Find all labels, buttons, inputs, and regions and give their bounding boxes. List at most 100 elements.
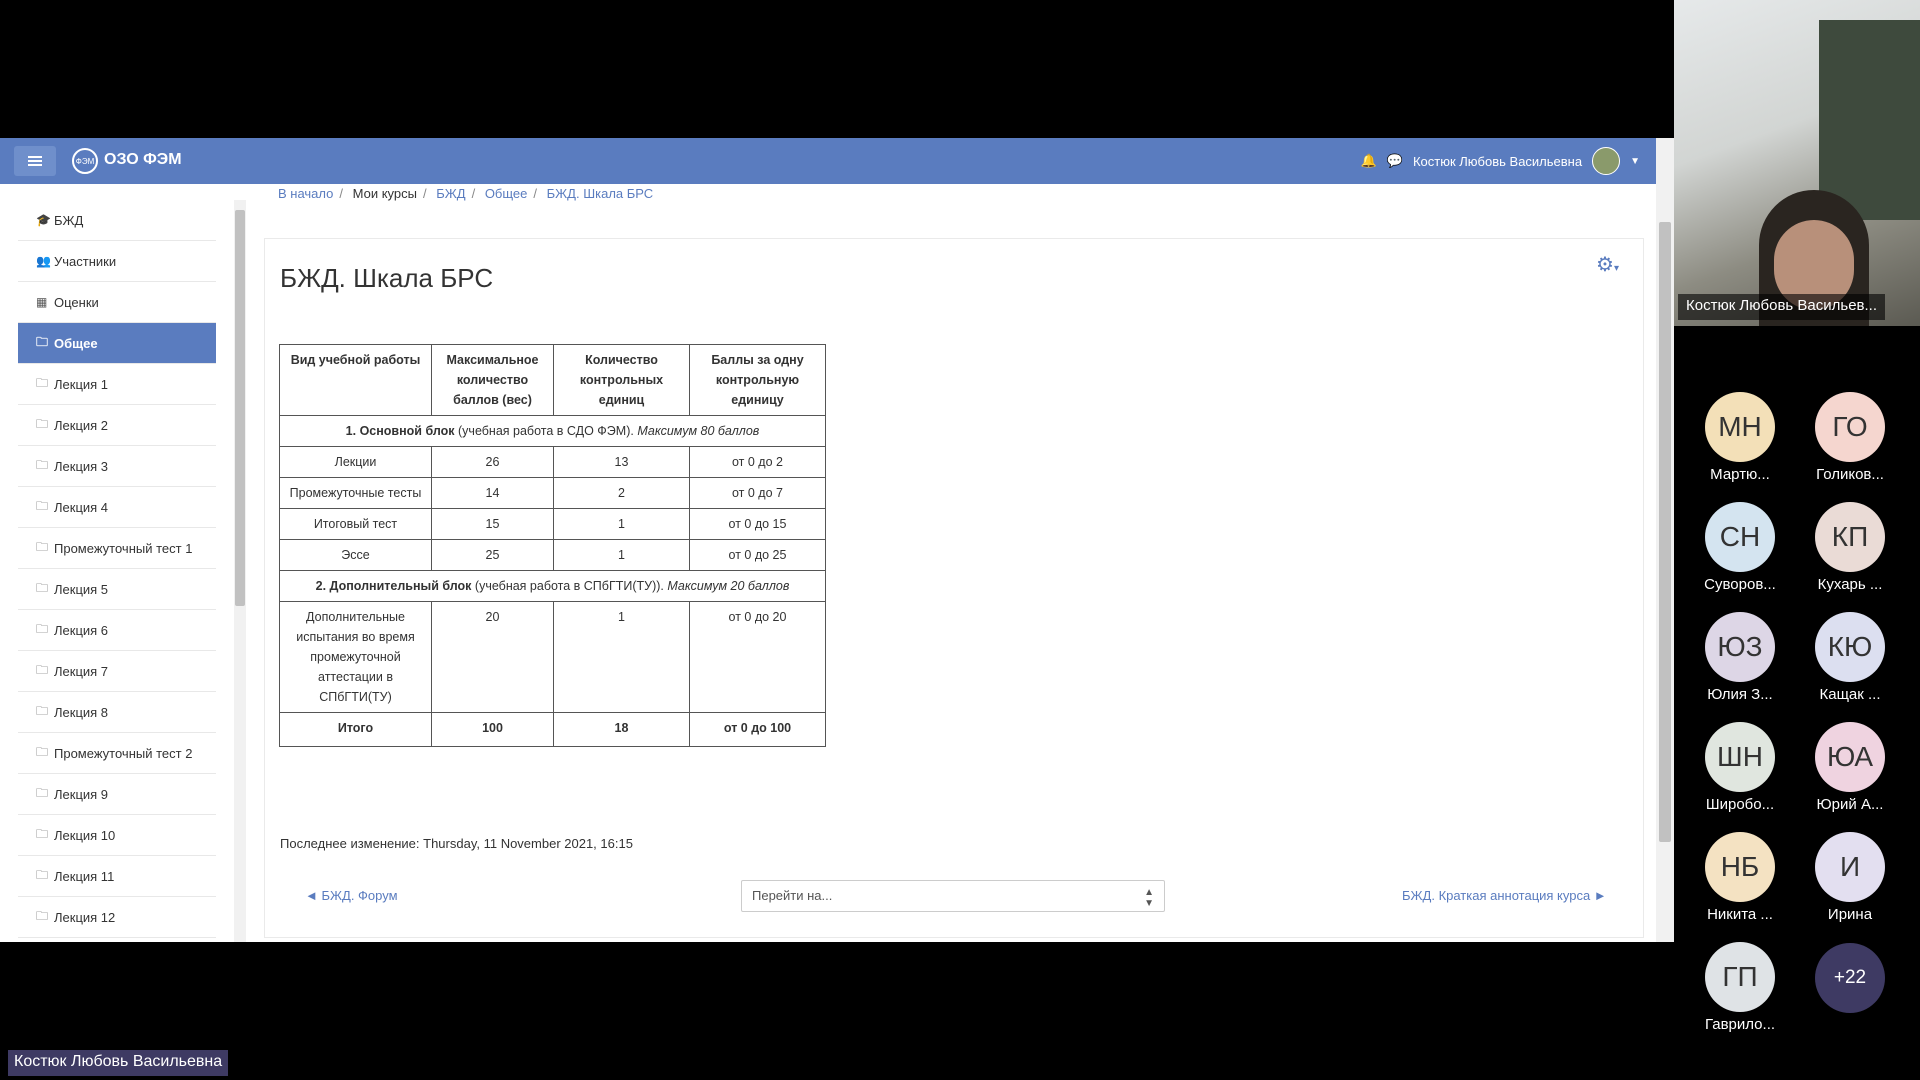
table-cell: от 0 до 2: [689, 446, 826, 478]
participant-name: Юлия З...: [1707, 686, 1773, 703]
gear-icon[interactable]: ⚙▾: [1596, 252, 1619, 277]
sidebar-item[interactable]: 🎓 БЖД: [18, 200, 216, 241]
table-row: Эссе 25 1 от 0 до 25: [279, 539, 826, 571]
participant-tile[interactable]: ЮА Юрий А...: [1800, 722, 1900, 813]
total-row: Итого 100 18 от 0 до 100: [279, 712, 826, 747]
logo-text: ФЭМ: [75, 156, 95, 166]
site-logo[interactable]: ФЭМ: [72, 148, 98, 174]
participant-avatar: КЮ: [1815, 612, 1885, 682]
breadcrumb-my-courses[interactable]: Мои курсы: [353, 186, 417, 201]
user-name[interactable]: Костюк Любовь Васильевна: [1413, 154, 1582, 169]
sidebar-item[interactable]: 🗀 Лекция 9: [18, 774, 216, 815]
menu-toggle-button[interactable]: [14, 146, 56, 176]
table-row: Итоговый тест 15 1 от 0 до 15: [279, 508, 826, 540]
block1-rows: Лекции 26 13 от 0 до 2 Промежуточные тесты 14…: [279, 446, 826, 571]
table-cell: 13: [553, 446, 690, 478]
folder-icon: 🗀: [36, 785, 49, 800]
sidebar-item-label: Лекция 1: [54, 376, 109, 392]
table-cell: 2: [553, 477, 690, 509]
more-participants-button[interactable]: +22: [1815, 943, 1885, 1013]
participant-name: Широбо...: [1705, 796, 1775, 813]
sidebar-item[interactable]: 🗀 Лекция 8: [18, 692, 216, 733]
sidebar-item-label: Участники: [54, 253, 117, 269]
table-cell: 20: [431, 601, 554, 713]
select-arrows-icon: ▲ ▼: [1144, 887, 1154, 909]
sidebar-item[interactable]: 🗀 Лекция 1: [18, 364, 216, 405]
page-scrollbar[interactable]: [1656, 138, 1674, 942]
sidebar-item[interactable]: 🗀 Лекция 3: [18, 446, 216, 487]
sidebar-item[interactable]: 🗀 Общее: [18, 323, 216, 364]
participant-name: Кухарь ...: [1817, 576, 1883, 593]
sidebar-item[interactable]: 👥 Участники: [18, 241, 216, 282]
participant-tile[interactable]: И Ирина: [1800, 832, 1900, 923]
participant-avatar: КП: [1815, 502, 1885, 572]
sidebar-item[interactable]: 🗀 Лекция 10: [18, 815, 216, 856]
sidebar-item[interactable]: 🗀 Лекция 5: [18, 569, 216, 610]
table-cell: 14: [431, 477, 554, 509]
sidebar-item[interactable]: 🗀 Промежуточный тест 1: [18, 528, 216, 569]
folder-icon: 🗀: [36, 621, 49, 636]
page-title: БЖД. Шкала БРС: [280, 263, 494, 293]
course-nav-sidebar: 🎓 БЖД 👥 Участники ▦ Оценки 🗀 Общее 🗀 Лекция 1 🗀 Лек…: [18, 200, 216, 942]
participant-tile[interactable]: ШН Широбо...: [1690, 722, 1790, 813]
participant-avatar: МН: [1705, 392, 1775, 462]
block2-heading: 2. Дополнительный блок (учебная работа в…: [279, 570, 826, 602]
participant-tile[interactable]: МН Мартю...: [1690, 392, 1790, 483]
participant-tile[interactable]: ЮЗ Юлия З...: [1690, 612, 1790, 703]
next-activity-link[interactable]: БЖД. Краткая аннотация курса ►: [1402, 888, 1607, 903]
sidebar-item-label: Лекция 10: [54, 827, 116, 843]
breadcrumb-page[interactable]: БЖД. Шкала БРС: [547, 186, 654, 201]
avatar[interactable]: [1592, 147, 1621, 175]
sidebar-item-label: Лекция 5: [54, 581, 109, 597]
participant-tile[interactable]: КП Кухарь ...: [1800, 502, 1900, 593]
table-cell: 1: [553, 508, 690, 540]
table-cell: от 0 до 25: [689, 539, 826, 571]
breadcrumb-home[interactable]: В начало: [278, 186, 333, 201]
table-row: Дополнительные испытания во время промеж…: [279, 601, 826, 713]
participant-avatar: ЮЗ: [1705, 612, 1775, 682]
participant-tile[interactable]: ГО Голиков...: [1800, 392, 1900, 483]
sidebar-item[interactable]: ▦ Оценки: [18, 282, 216, 323]
jump-to-select[interactable]: Перейти на... ▲ ▼: [741, 880, 1165, 912]
sidebar-item-label: Лекция 7: [54, 663, 109, 679]
sidebar-item-label: Лекция 11: [54, 868, 115, 884]
chat-icon[interactable]: 💬: [1387, 153, 1403, 169]
hamburger-icon: [28, 160, 42, 162]
col-header: Вид учебной работы: [279, 344, 432, 416]
table-cell: 18: [553, 712, 690, 747]
sidebar-scrollbar[interactable]: [234, 200, 246, 942]
blackboard: [1819, 20, 1920, 220]
sidebar-item[interactable]: 🗀 Лекция 12: [18, 897, 216, 938]
participant-tile[interactable]: СН Суворов...: [1690, 502, 1790, 593]
sidebar-item[interactable]: 🗀 Промежуточный тест 2: [18, 733, 216, 774]
table-row: Лекции 26 13 от 0 до 2: [279, 446, 826, 478]
sidebar-item-label: Лекция 2: [54, 417, 109, 433]
top-navbar: ФЭМ ОЗО ФЭМ 🔔 💬 Костюк Любовь Васильевна…: [0, 138, 1656, 184]
site-name[interactable]: ОЗО ФЭМ: [104, 151, 182, 169]
sidebar-item[interactable]: 🗀 Лекция 7: [18, 651, 216, 692]
participant-name: Никита ...: [1707, 906, 1773, 923]
table-cell: Итого: [279, 712, 432, 747]
folder-icon: 🗀: [36, 826, 49, 841]
participant-tile[interactable]: ГП Гаврило...: [1690, 942, 1790, 1033]
prev-activity-link[interactable]: ◄ БЖД. Форум: [305, 888, 398, 903]
bell-icon[interactable]: 🔔: [1361, 153, 1377, 169]
breadcrumb-section[interactable]: Общее: [485, 186, 528, 201]
chevron-down-icon[interactable]: ▼: [1630, 156, 1640, 167]
participant-tile[interactable]: НБ Никита ...: [1690, 832, 1790, 923]
sidebar-item-label: Лекция 12: [54, 909, 116, 925]
speaker-video[interactable]: Костюк Любовь Васильев...: [1674, 0, 1920, 326]
folder-icon: 🗀: [36, 416, 49, 431]
sidebar-item[interactable]: 🗀 Лекция 6: [18, 610, 216, 651]
sidebar-item-label: Лекция 4: [54, 499, 109, 515]
sidebar-item[interactable]: 🗀 Лекция 2: [18, 405, 216, 446]
sidebar-item[interactable]: 🗀 Лекция 11: [18, 856, 216, 897]
table-cell: 1: [553, 539, 690, 571]
table-cell: Дополнительные испытания во время промеж…: [279, 601, 432, 713]
participant-tile[interactable]: КЮ Кащак ...: [1800, 612, 1900, 703]
participant-avatar: ЮА: [1815, 722, 1885, 792]
sidebar-item-label: Промежуточный тест 1: [54, 540, 193, 556]
breadcrumb-course[interactable]: БЖД: [436, 186, 465, 201]
folder-icon: 🗀: [36, 908, 49, 923]
sidebar-item[interactable]: 🗀 Лекция 4: [18, 487, 216, 528]
